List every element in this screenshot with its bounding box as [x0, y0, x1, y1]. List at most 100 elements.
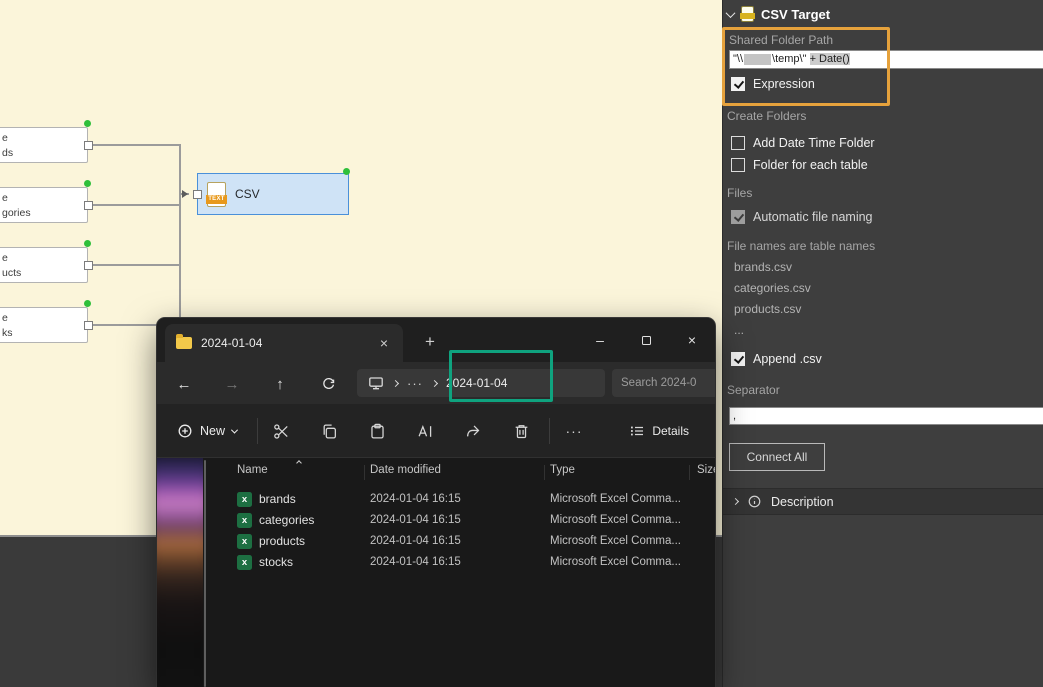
- breadcrumb-current-folder[interactable]: 2024-01-04: [446, 376, 507, 390]
- column-divider[interactable]: [364, 465, 365, 480]
- file-list: Name Date modified Type Size x brands 20…: [209, 458, 715, 687]
- minimize-button[interactable]: –: [577, 318, 623, 362]
- column-header-size[interactable]: Size: [697, 464, 715, 476]
- file-name: categories: [259, 513, 314, 527]
- chevron-right-icon[interactable]: [732, 498, 739, 505]
- output-port[interactable]: [84, 141, 93, 150]
- this-pc-icon: [368, 375, 384, 391]
- file-explorer-window[interactable]: 2024-01-04 × + – × ← → ↑: [157, 318, 715, 687]
- copy-button[interactable]: [312, 414, 346, 448]
- file-name: stocks: [259, 555, 293, 569]
- sort-ascending-icon: [296, 460, 302, 466]
- append-csv-checkbox[interactable]: [731, 352, 745, 366]
- file-name-ellipsis: ...: [734, 323, 744, 337]
- append-csv-row[interactable]: Append .csv: [723, 352, 1043, 368]
- expression-row[interactable]: Expression: [723, 77, 1043, 93]
- chevron-down-icon[interactable]: [726, 8, 736, 18]
- add-date-time-folder-row[interactable]: Add Date Time Folder: [723, 136, 1043, 152]
- source-node-categories[interactable]: egories: [0, 187, 88, 223]
- search-input[interactable]: Search 2024-0: [612, 369, 715, 397]
- csv-file-icon: TEXT: [207, 182, 226, 207]
- folder-for-each-table-label: Folder for each table: [753, 158, 868, 173]
- excel-file-icon: x: [237, 555, 252, 570]
- output-port[interactable]: [84, 321, 93, 330]
- pane-scrollbar[interactable]: [204, 460, 206, 687]
- column-header-date-modified[interactable]: Date modified: [370, 464, 441, 476]
- column-divider[interactable]: [689, 465, 690, 480]
- file-row-products[interactable]: x products 2024-01-04 16:15 Microsoft Ex…: [209, 532, 715, 553]
- cut-button[interactable]: [264, 414, 298, 448]
- forward-button[interactable]: →: [217, 370, 247, 398]
- shared-folder-path-label: Shared Folder Path: [729, 33, 833, 47]
- folder-for-each-table-row[interactable]: Folder for each table: [723, 158, 1043, 174]
- navigation-pane[interactable]: [157, 458, 203, 687]
- panel-header[interactable]: CSV Target: [727, 6, 830, 22]
- new-tab-button[interactable]: +: [415, 328, 445, 356]
- expression-checkbox[interactable]: [731, 77, 745, 91]
- source-node-stocks[interactable]: eks: [0, 307, 88, 343]
- navigation-pane-blurred-content: [157, 458, 203, 687]
- file-name-categories-csv: categories.csv: [734, 281, 811, 295]
- file-row-brands[interactable]: x brands 2024-01-04 16:15 Microsoft Exce…: [209, 490, 715, 511]
- rename-button[interactable]: [408, 414, 442, 448]
- maximize-button[interactable]: [623, 318, 669, 362]
- wire: [92, 204, 180, 206]
- path-mid: \temp\": [772, 53, 810, 65]
- node-text: eks: [0, 308, 87, 341]
- excel-file-icon: x: [237, 534, 252, 549]
- paste-button[interactable]: [360, 414, 394, 448]
- file-date-modified: 2024-01-04 16:15: [370, 535, 461, 547]
- separator-input[interactable]: ,: [729, 407, 1043, 425]
- shared-folder-path-input[interactable]: "\\\temp\" + Date(): [729, 50, 1043, 69]
- node-text: eds: [0, 128, 87, 161]
- more-options-button[interactable]: ···: [557, 414, 591, 448]
- up-button[interactable]: ↑: [265, 370, 295, 398]
- info-icon: [747, 494, 762, 509]
- file-type: Microsoft Excel Comma...: [550, 535, 681, 547]
- refresh-button[interactable]: [313, 370, 343, 398]
- explorer-navbar: ← → ↑ ··· 2024-01-04 Search 2024-0: [157, 362, 715, 404]
- delete-button[interactable]: [504, 414, 538, 448]
- node-status-dot: [84, 180, 91, 187]
- file-row-stocks[interactable]: x stocks 2024-01-04 16:15 Microsoft Exce…: [209, 553, 715, 574]
- source-node-products[interactable]: eucts: [0, 247, 88, 283]
- column-divider[interactable]: [544, 465, 545, 480]
- details-label: Details: [652, 424, 689, 438]
- automatic-file-naming-checkbox[interactable]: [731, 210, 745, 224]
- file-name-brands-csv: brands.csv: [734, 260, 792, 274]
- details-view-icon: [629, 423, 645, 439]
- back-button[interactable]: ←: [169, 370, 199, 398]
- explorer-tab[interactable]: 2024-01-04 ×: [165, 324, 403, 362]
- csv-target-node[interactable]: TEXT CSV: [197, 173, 349, 215]
- view-details-button[interactable]: Details: [621, 415, 697, 447]
- refresh-icon: [321, 377, 336, 392]
- output-port[interactable]: [84, 201, 93, 210]
- node-status-dot: [84, 120, 91, 127]
- csv-node-label: CSV: [235, 187, 260, 201]
- column-header-name[interactable]: Name: [237, 464, 268, 476]
- separator-value: ,: [733, 410, 736, 422]
- excel-file-icon: x: [237, 513, 252, 528]
- automatic-file-naming-row[interactable]: Automatic file naming: [723, 210, 1043, 226]
- description-section-header[interactable]: Description: [723, 488, 1043, 515]
- node-text: egories: [0, 188, 87, 221]
- panel-title: CSV Target: [761, 7, 830, 22]
- share-button[interactable]: [456, 414, 490, 448]
- close-button[interactable]: ×: [669, 318, 715, 362]
- breadcrumb-collapsed-ellipsis[interactable]: ···: [407, 376, 423, 391]
- column-header-type[interactable]: Type: [550, 464, 575, 476]
- input-port[interactable]: [193, 190, 202, 199]
- explorer-titlebar[interactable]: 2024-01-04 × + – ×: [157, 318, 715, 362]
- excel-file-icon: x: [237, 492, 252, 507]
- tab-close-button[interactable]: ×: [371, 330, 397, 356]
- new-button[interactable]: New: [167, 415, 247, 447]
- address-bar[interactable]: ··· 2024-01-04: [357, 369, 605, 397]
- connect-all-button[interactable]: Connect All: [729, 443, 825, 471]
- folder-for-each-table-checkbox[interactable]: [731, 158, 745, 172]
- source-node-brands[interactable]: eds: [0, 127, 88, 163]
- automatic-file-naming-label: Automatic file naming: [753, 210, 873, 225]
- maximize-icon: [642, 336, 651, 345]
- output-port[interactable]: [84, 261, 93, 270]
- file-row-categories[interactable]: x categories 2024-01-04 16:15 Microsoft …: [209, 511, 715, 532]
- add-date-time-folder-checkbox[interactable]: [731, 136, 745, 150]
